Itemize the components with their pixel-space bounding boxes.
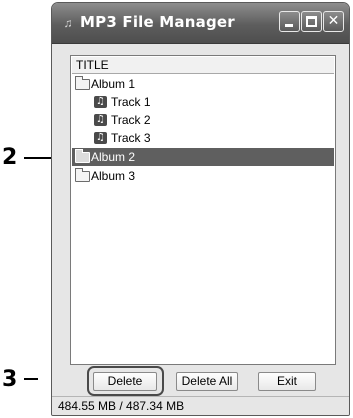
window-title: MP3 File Manager xyxy=(80,13,235,31)
track-icon: ♫ xyxy=(94,114,107,126)
list-item-album-3[interactable]: Album 3 xyxy=(72,167,334,185)
exit-button[interactable]: Exit xyxy=(258,372,316,391)
track-icon: ♫ xyxy=(94,132,107,144)
list-item-label: Track 2 xyxy=(111,113,151,127)
open-folder-icon xyxy=(75,149,90,163)
delete-button[interactable]: Delete xyxy=(93,372,157,391)
delete-all-button[interactable]: Delete All xyxy=(176,372,238,391)
list-item-label: Album 2 xyxy=(91,150,136,164)
folder-icon xyxy=(75,168,90,182)
close-icon: ✕ xyxy=(327,13,340,29)
close-button[interactable]: ✕ xyxy=(323,11,344,32)
callout-number-2: 2 xyxy=(2,145,18,170)
list-item-label: Track 1 xyxy=(111,95,151,109)
list-item-label: Album 3 xyxy=(91,169,136,183)
track-list[interactable]: TITLE Album 1 ♫ Track 1 ♫ Track 2 ♫ Trac… xyxy=(70,55,336,365)
minimize-icon xyxy=(285,24,293,27)
track-icon: ♫ xyxy=(94,96,107,108)
callout-number-3: 3 xyxy=(2,367,18,392)
minimize-button[interactable] xyxy=(279,11,300,32)
music-note-icon: ♫ xyxy=(63,16,73,30)
list-item-track-2[interactable]: ♫ Track 2 xyxy=(72,111,334,129)
maximize-button[interactable] xyxy=(301,11,322,32)
callout-line-3 xyxy=(24,378,38,380)
list-item-album-1[interactable]: Album 1 xyxy=(72,75,334,93)
title-bar[interactable]: ♫ MP3 File Manager ✕ xyxy=(52,3,349,44)
list-item-track-1[interactable]: ♫ Track 1 xyxy=(72,93,334,111)
status-bar: 484.55 MB / 487.34 MB xyxy=(52,396,349,415)
maximize-icon xyxy=(306,16,317,27)
app-window: ♫ MP3 File Manager ✕ TITLE Album 1 ♫ Tra… xyxy=(51,2,350,416)
list-item-track-3[interactable]: ♫ Track 3 xyxy=(72,129,334,147)
list-item-label: Album 1 xyxy=(91,77,136,91)
list-item-album-2[interactable]: Album 2 xyxy=(72,148,334,166)
column-header-title[interactable]: TITLE xyxy=(72,57,334,74)
storage-usage: 484.55 MB / 487.34 MB xyxy=(58,399,185,413)
folder-icon xyxy=(75,76,90,90)
list-item-label: Track 3 xyxy=(111,131,151,145)
